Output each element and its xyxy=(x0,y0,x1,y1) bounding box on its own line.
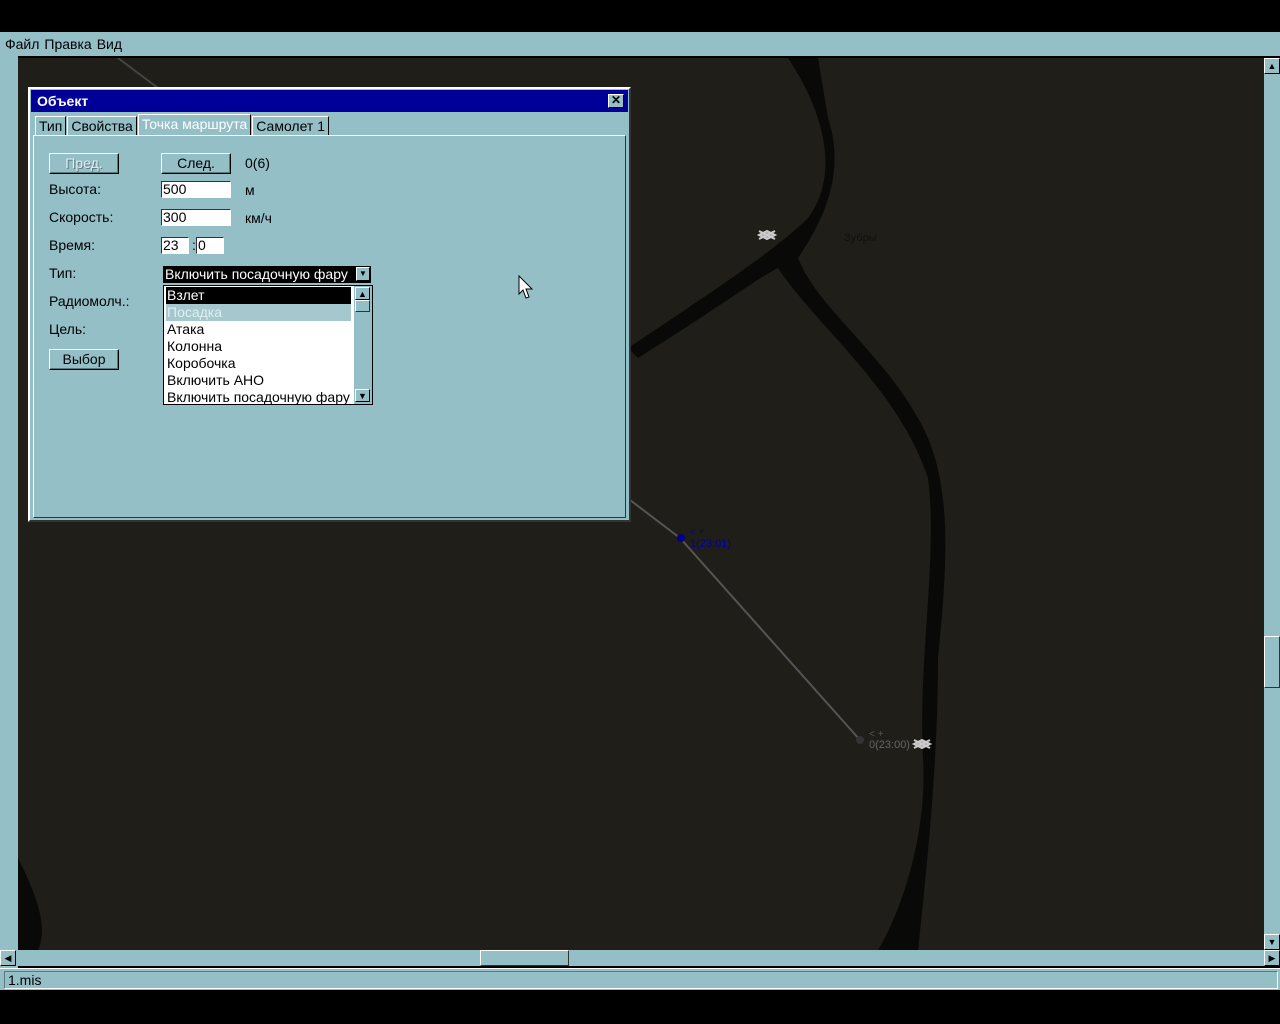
waypoint-panel: Пред. След. 0(6) Высота: 500 м Скорость:… xyxy=(33,135,626,518)
chevron-down-icon[interactable]: ▼ xyxy=(356,267,370,281)
menu-view[interactable]: Вид xyxy=(97,36,122,52)
horizontal-scrollbar[interactable]: ◀ ▶ xyxy=(0,950,1280,966)
menu-bar: Файл Правка Вид xyxy=(0,32,1280,56)
option-takeoff[interactable]: Взлет xyxy=(166,287,351,304)
time-hours-input[interactable]: 23 xyxy=(161,237,189,254)
close-icon[interactable]: ✕ xyxy=(608,94,624,108)
option-nav-lights[interactable]: Включить АНО xyxy=(164,372,352,389)
option-landing[interactable]: Посадка xyxy=(166,304,351,321)
scroll-right-arrow-icon[interactable]: ▶ xyxy=(1264,950,1280,966)
waypoint-1-symbol: < + xyxy=(690,527,705,538)
mouse-cursor-icon xyxy=(518,275,534,299)
type-dropdown[interactable]: Включить посадочную фару ▼ xyxy=(163,266,371,283)
tab-type[interactable]: Тип xyxy=(35,116,67,136)
next-button[interactable]: След. xyxy=(161,153,231,174)
dialog-title: Объект xyxy=(37,93,89,109)
radio-silence-label: Радиомолч.: xyxy=(49,293,130,309)
menu-edit[interactable]: Правка xyxy=(44,36,91,52)
vertical-scrollbar[interactable]: ▲ ▼ xyxy=(1264,58,1280,950)
option-attack[interactable]: Атака xyxy=(164,321,352,338)
scroll-up-arrow-icon[interactable]: ▲ xyxy=(1264,58,1280,74)
airfield-icon xyxy=(756,229,778,241)
tab-aircraft-1[interactable]: Самолет 1 xyxy=(252,116,330,136)
scroll-down-arrow-icon[interactable]: ▼ xyxy=(1264,934,1280,950)
type-dropdown-value: Включить посадочную фару xyxy=(165,266,348,282)
list-scroll-thumb[interactable] xyxy=(355,300,370,312)
option-column[interactable]: Колонна xyxy=(164,338,352,355)
dialog-titlebar[interactable]: Объект ✕ xyxy=(31,90,628,112)
type-label: Тип: xyxy=(49,265,77,281)
altitude-unit: м xyxy=(245,182,255,198)
town-label: Зубры xyxy=(844,232,877,244)
status-bar: 1.mis xyxy=(0,968,1280,990)
list-scrollbar[interactable]: ▲ ▼ xyxy=(354,286,372,404)
prev-button[interactable]: Пред. xyxy=(49,153,119,174)
status-filename: 1.mis xyxy=(4,971,1278,989)
option-landing-light[interactable]: Включить посадочную фару xyxy=(164,389,352,404)
speed-unit: км/ч xyxy=(245,210,272,226)
horizontal-scroll-thumb[interactable] xyxy=(480,950,569,966)
altitude-label: Высота: xyxy=(49,181,101,197)
tab-properties[interactable]: Свойства xyxy=(67,116,137,136)
waypoint-1-label[interactable]: 1(23:01) xyxy=(690,538,731,550)
tab-bar: Тип Свойства Точка маршрута Самолет 1 xyxy=(35,114,330,136)
speed-label: Скорость: xyxy=(49,209,114,225)
waypoint-counter: 0(6) xyxy=(245,155,270,171)
list-scroll-up-icon[interactable]: ▲ xyxy=(355,287,370,300)
option-box[interactable]: Коробочка xyxy=(164,355,352,372)
select-target-button[interactable]: Выбор xyxy=(49,349,119,370)
type-dropdown-list[interactable]: Взлет Посадка Атака Колонна Коробочка Вк… xyxy=(163,285,373,405)
airfield-icon xyxy=(911,738,933,750)
tab-waypoint[interactable]: Точка маршрута xyxy=(137,114,252,136)
time-label: Время: xyxy=(49,237,96,253)
scroll-left-arrow-icon[interactable]: ◀ xyxy=(0,950,16,966)
menu-file[interactable]: Файл xyxy=(5,36,39,52)
target-label: Цель: xyxy=(49,321,87,337)
time-minutes-input[interactable]: 0 xyxy=(196,237,224,254)
speed-input[interactable]: 300 xyxy=(161,209,231,226)
waypoint-0-marker xyxy=(856,736,864,744)
altitude-input[interactable]: 500 xyxy=(161,181,231,198)
waypoint-0-label[interactable]: 0(23:00) xyxy=(869,739,910,751)
waypoint-1-marker xyxy=(677,534,685,542)
left-strip xyxy=(0,56,18,968)
vertical-scroll-thumb[interactable] xyxy=(1264,636,1280,688)
list-scroll-down-icon[interactable]: ▼ xyxy=(355,389,370,402)
object-dialog: Объект ✕ Тип Свойства Точка маршрута Сам… xyxy=(28,87,631,522)
